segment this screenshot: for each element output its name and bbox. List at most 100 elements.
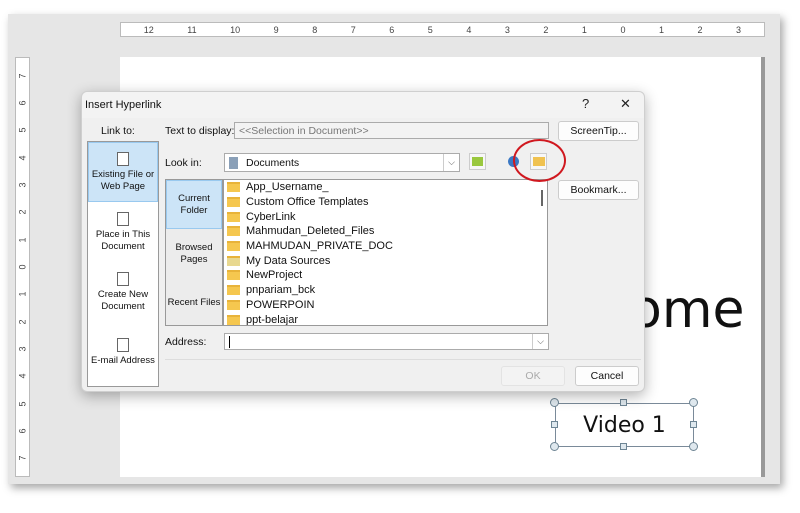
- ruler-tick-label: 5: [427, 24, 433, 35]
- horizontal-ruler: 12 11 10 9 8 7 6 5 4 3 2 1 0 1 2 3: [120, 22, 765, 37]
- slide-title-text[interactable]: ome: [630, 280, 744, 340]
- ruler-tick-label: 3: [736, 24, 742, 35]
- up-folder-icon: [472, 157, 483, 166]
- folder-icon: [227, 197, 240, 208]
- ruler-tick-label: 5: [17, 127, 28, 133]
- ruler-tick-label: 9: [273, 24, 279, 35]
- folder-icon: [227, 270, 240, 281]
- link-label: Place in This Document: [95, 228, 151, 252]
- folder-icon: [227, 285, 240, 296]
- nav-current-folder[interactable]: Current Folder: [166, 180, 222, 229]
- nav-browsed-pages[interactable]: Browsed Pages: [166, 229, 222, 278]
- text-cursor: [229, 335, 230, 348]
- file-name: Custom Office Templates: [246, 196, 369, 209]
- file-list-item[interactable]: Custom Office Templates: [224, 195, 547, 210]
- folder-icon: [227, 241, 240, 252]
- ok-button[interactable]: OK: [501, 366, 565, 386]
- ruler-tick-label: 2: [543, 24, 549, 35]
- ruler-tick-label: 3: [504, 24, 510, 35]
- ruler-tick-label: 6: [17, 100, 28, 106]
- ruler-tick-label: 6: [389, 24, 395, 35]
- ruler-tick-label: 3: [17, 346, 28, 352]
- file-name: Mahmudan_Deleted_Files: [246, 225, 375, 238]
- resize-handle[interactable]: [690, 421, 697, 428]
- scrollbar[interactable]: [541, 190, 543, 206]
- up-folder-button[interactable]: [469, 153, 486, 170]
- file-name: pnpariam_bck: [246, 284, 316, 297]
- bookmark-button[interactable]: Bookmark...: [558, 180, 639, 200]
- video-textbox[interactable]: Video 1: [555, 403, 694, 447]
- highlight-circle: [513, 139, 566, 182]
- file-list-item[interactable]: POWERPOIN: [224, 298, 547, 313]
- text-to-display-input[interactable]: <<Selection in Document>>: [234, 122, 549, 139]
- resize-handle[interactable]: [550, 398, 559, 407]
- help-button[interactable]: ?: [582, 96, 589, 111]
- file-list-item[interactable]: MAHMUDAN_PRIVATE_DOC: [224, 239, 547, 254]
- file-name: App_Username_: [246, 181, 329, 194]
- file-globe-icon: [117, 151, 129, 166]
- folder-icon: [227, 299, 240, 310]
- chevron-down-icon[interactable]: ⌵: [443, 154, 459, 171]
- ruler-tick-label: 7: [17, 455, 28, 461]
- ruler-tick-label: 0: [620, 24, 626, 35]
- ruler-tick-label: 1: [658, 24, 664, 35]
- resize-handle[interactable]: [689, 398, 698, 407]
- close-button[interactable]: ✕: [620, 96, 631, 112]
- address-input[interactable]: ⌵: [224, 333, 549, 350]
- file-list-item[interactable]: pnpariam_bck: [224, 283, 547, 298]
- divider: [165, 359, 641, 360]
- file-list-item[interactable]: CyberLink: [224, 209, 547, 224]
- dialog-title: Insert Hyperlink: [82, 92, 644, 118]
- data-sources-folder-icon: [227, 255, 240, 266]
- link-existing-file[interactable]: Existing File or Web Page: [88, 142, 158, 202]
- link-to-label: Link to:: [101, 125, 135, 137]
- document-place-icon: [117, 211, 129, 226]
- file-list-item[interactable]: ppt-belajar: [224, 312, 547, 326]
- file-name: MAHMUDAN_PRIVATE_DOC: [246, 240, 393, 253]
- nav-recent-files[interactable]: Recent Files: [166, 278, 222, 327]
- ruler-tick-label: 4: [17, 155, 28, 161]
- ruler-tick-label: 3: [17, 182, 28, 188]
- ruler-tick-label: 1: [17, 237, 28, 243]
- resize-handle[interactable]: [620, 399, 627, 406]
- file-list-item[interactable]: My Data Sources: [224, 253, 547, 268]
- documents-icon: [229, 156, 238, 169]
- ruler-tick-label: 1: [17, 291, 28, 297]
- ruler-tick-label: 11: [187, 24, 197, 35]
- resize-handle[interactable]: [620, 443, 627, 450]
- link-place-in-document[interactable]: Place in This Document: [88, 202, 158, 262]
- screentip-button[interactable]: ScreenTip...: [558, 121, 639, 141]
- ruler-tick-label: 10: [230, 24, 241, 35]
- resize-handle[interactable]: [550, 442, 559, 451]
- resize-handle[interactable]: [689, 442, 698, 451]
- ruler-tick-label: 7: [17, 73, 28, 79]
- file-list-item[interactable]: NewProject: [224, 268, 547, 283]
- file-name: CyberLink: [246, 210, 296, 223]
- cancel-button[interactable]: Cancel: [575, 366, 639, 386]
- file-list: App_Username_ Custom Office Templates Cybe…: [223, 179, 548, 326]
- link-create-new-document[interactable]: Create New Document: [88, 262, 158, 322]
- link-email-address[interactable]: E-mail Address: [88, 322, 158, 382]
- ruler-tick-label: 8: [312, 24, 318, 35]
- file-list-item[interactable]: App_Username_: [224, 180, 547, 195]
- vertical-ruler: 7 6 5 4 3 2 1 0 1 2 3 4 5 6 7: [15, 57, 30, 477]
- chevron-down-icon[interactable]: ⌵: [532, 334, 548, 349]
- ruler-tick-label: 2: [17, 209, 28, 215]
- link-label: Existing File or Web Page: [91, 168, 155, 192]
- ruler-tick-label: 5: [17, 401, 28, 407]
- link-label: Create New Document: [97, 288, 149, 312]
- email-icon: [117, 337, 129, 352]
- file-name: ppt-belajar: [246, 313, 298, 326]
- folder-icon: [227, 182, 240, 193]
- browse-nav: Current Folder Browsed Pages Recent File…: [165, 179, 223, 326]
- resize-handle[interactable]: [551, 421, 558, 428]
- ruler-tick-label: 4: [466, 24, 472, 35]
- ruler-tick-label: 2: [697, 24, 703, 35]
- look-in-select[interactable]: Documents ⌵: [224, 153, 460, 172]
- ruler-tick-label: 0: [17, 264, 28, 270]
- folder-icon: [227, 211, 240, 222]
- link-to-panel: Existing File or Web Page Place in This …: [87, 141, 159, 387]
- link-label: E-mail Address: [91, 354, 155, 366]
- file-list-item[interactable]: Mahmudan_Deleted_Files: [224, 224, 547, 239]
- new-document-icon: [117, 271, 129, 286]
